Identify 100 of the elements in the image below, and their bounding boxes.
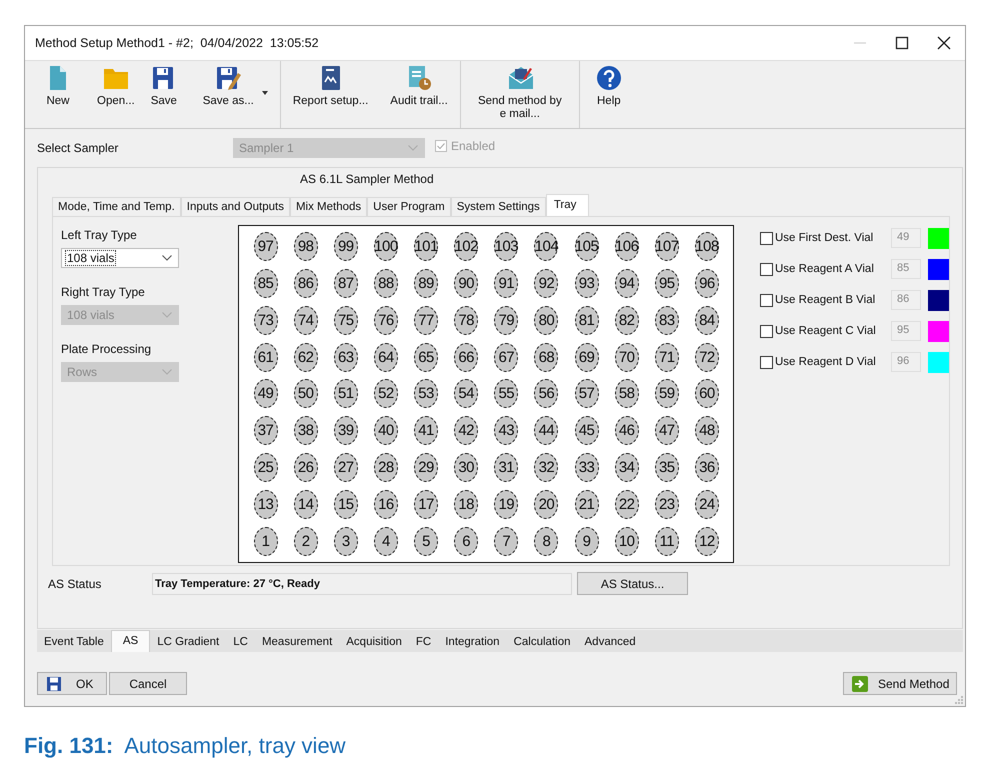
- tab[interactable]: LC Gradient: [150, 633, 226, 652]
- vial-position[interactable]: 94: [614, 268, 639, 298]
- vial-position[interactable]: 17: [414, 490, 438, 520]
- tab[interactable]: LC: [226, 633, 255, 652]
- vial-position[interactable]: 83: [654, 306, 679, 335]
- vial-position[interactable]: 74: [294, 306, 318, 335]
- vial-position[interactable]: 96: [694, 268, 719, 298]
- vial-position[interactable]: 29: [414, 453, 438, 482]
- vial-position[interactable]: 102: [454, 232, 478, 261]
- vial-position[interactable]: 22: [614, 490, 639, 520]
- vial-position[interactable]: 43: [494, 416, 518, 446]
- vial-position[interactable]: 19: [494, 490, 518, 520]
- tab[interactable]: Mode, Time and Temp.: [52, 197, 181, 216]
- tab[interactable]: Acquisition: [339, 633, 409, 652]
- tab[interactable]: Integration: [438, 633, 507, 652]
- tab[interactable]: FC: [408, 633, 438, 652]
- vial-position[interactable]: 9: [574, 527, 599, 556]
- vial-position[interactable]: 26: [294, 453, 318, 482]
- vial-position[interactable]: 14: [294, 490, 318, 520]
- vial-position[interactable]: 33: [574, 453, 599, 482]
- vial-position[interactable]: 10: [614, 527, 639, 556]
- vial-position[interactable]: 105: [574, 232, 599, 261]
- vial-position[interactable]: 59: [654, 379, 679, 408]
- toolbar-button[interactable]: Save: [144, 65, 193, 108]
- tab[interactable]: Measurement: [254, 633, 340, 652]
- vial-position[interactable]: 12: [694, 527, 719, 556]
- vial-position[interactable]: 69: [574, 342, 599, 372]
- vial-position[interactable]: 60: [694, 379, 719, 408]
- vial-position[interactable]: 100: [374, 232, 398, 261]
- vial-position[interactable]: 53: [414, 379, 438, 408]
- vial-position[interactable]: 97: [254, 232, 278, 261]
- vial-position[interactable]: 30: [454, 453, 478, 482]
- vial-position[interactable]: 57: [574, 379, 599, 408]
- vial-position[interactable]: 39: [334, 416, 358, 446]
- vial-position[interactable]: 15: [334, 490, 358, 520]
- vial-position[interactable]: 87: [334, 268, 358, 298]
- vial-position[interactable]: 64: [374, 342, 398, 372]
- vial-position[interactable]: 90: [454, 268, 478, 298]
- vial-position[interactable]: 56: [534, 379, 558, 408]
- vial-position[interactable]: 84: [694, 306, 719, 335]
- toolbar-button[interactable]: Open...: [91, 65, 141, 108]
- vial-position[interactable]: 44: [534, 416, 558, 446]
- dialog-button[interactable]: Cancel: [109, 672, 187, 695]
- vial-position[interactable]: 36: [694, 453, 719, 482]
- vial-position[interactable]: 24: [694, 490, 719, 520]
- vial-position[interactable]: 11: [654, 527, 679, 556]
- vial-position[interactable]: 77: [414, 306, 438, 335]
- vial-position[interactable]: 106: [614, 232, 639, 261]
- vial-position[interactable]: 25: [254, 453, 278, 482]
- tab[interactable]: System Settings: [450, 197, 546, 216]
- vial-position[interactable]: 31: [494, 453, 518, 482]
- tab[interactable]: Advanced: [578, 633, 643, 652]
- tab[interactable]: Inputs and Outputs: [180, 197, 290, 216]
- vial-position[interactable]: 8: [534, 527, 558, 556]
- tab[interactable]: Mix Methods: [290, 197, 368, 216]
- vial-position[interactable]: 72: [694, 342, 719, 372]
- vial-position[interactable]: 2: [294, 527, 318, 556]
- vial-position[interactable]: 62: [294, 342, 318, 372]
- vial-position[interactable]: 41: [414, 416, 438, 446]
- vial-position[interactable]: 47: [654, 416, 679, 446]
- vial-position[interactable]: 93: [574, 268, 599, 298]
- toolbar-button[interactable]: New: [39, 65, 87, 108]
- vial-position[interactable]: 35: [654, 453, 679, 482]
- vial-position[interactable]: 13: [254, 490, 278, 520]
- tab[interactable]: User Program: [367, 197, 451, 216]
- vial-position[interactable]: 38: [294, 416, 318, 446]
- vial-position[interactable]: 55: [494, 379, 518, 408]
- toolbar-button[interactable]: Report setup...: [286, 65, 374, 108]
- vial-position[interactable]: 81: [574, 306, 599, 335]
- vial-position[interactable]: 5: [414, 527, 438, 556]
- vial-position[interactable]: 49: [254, 379, 278, 408]
- vial-position[interactable]: 32: [534, 453, 558, 482]
- vial-position[interactable]: 88: [374, 268, 398, 298]
- vial-position[interactable]: 108: [694, 232, 719, 261]
- vial-position[interactable]: 80: [534, 306, 558, 335]
- vial-position[interactable]: 75: [334, 306, 358, 335]
- vial-position[interactable]: 3: [334, 527, 358, 556]
- vial-position[interactable]: 76: [374, 306, 398, 335]
- vial-position[interactable]: 52: [374, 379, 398, 408]
- vial-position[interactable]: 104: [534, 232, 558, 261]
- vial-position[interactable]: 68: [534, 342, 558, 372]
- vial-position[interactable]: 27: [334, 453, 358, 482]
- vial-position[interactable]: 103: [494, 232, 518, 261]
- vial-position[interactable]: 66: [454, 342, 478, 372]
- vial-position[interactable]: 20: [534, 490, 558, 520]
- dialog-button[interactable]: Send Method: [843, 672, 957, 695]
- toolbar-button[interactable]: Save as...: [196, 65, 274, 108]
- vial-position[interactable]: 18: [454, 490, 478, 520]
- vial-position[interactable]: 71: [654, 342, 679, 372]
- vial-position[interactable]: 40: [374, 416, 398, 446]
- toolbar-button[interactable]: Help: [590, 65, 638, 108]
- close-icon[interactable]: [937, 36, 951, 50]
- vial-position[interactable]: 91: [494, 268, 518, 298]
- vial-position[interactable]: 65: [414, 342, 438, 372]
- vial-position[interactable]: 21: [574, 490, 599, 520]
- tab[interactable]: Event Table: [37, 633, 111, 652]
- vial-position[interactable]: 95: [654, 268, 679, 298]
- vial-position[interactable]: 50: [294, 379, 318, 408]
- vial-position[interactable]: 58: [614, 379, 639, 408]
- vial-position[interactable]: 16: [374, 490, 398, 520]
